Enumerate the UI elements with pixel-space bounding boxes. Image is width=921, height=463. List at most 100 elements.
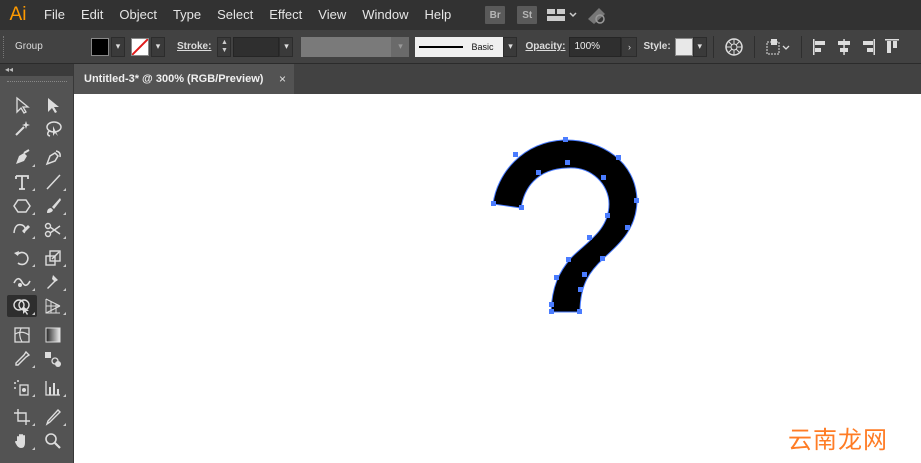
- variable-width-dropdown[interactable]: ▾: [391, 36, 410, 57]
- puppet-warp-tool-icon[interactable]: [38, 271, 68, 293]
- zoom-tool-icon[interactable]: [38, 430, 68, 452]
- magic-wand-tool-icon[interactable]: [7, 118, 37, 140]
- opacity-label[interactable]: Opacity:: [525, 41, 565, 52]
- column-graph-tool-icon[interactable]: [38, 377, 68, 399]
- control-bar-grip[interactable]: [3, 35, 7, 58]
- rotate-tool-icon[interactable]: [7, 247, 37, 269]
- stroke-weight-input[interactable]: [233, 36, 280, 57]
- anchor-point: [605, 213, 610, 218]
- anchor-point: [587, 235, 592, 240]
- menu-edit[interactable]: Edit: [73, 0, 111, 30]
- blend-tool-icon[interactable]: [38, 348, 68, 370]
- align-right-icon[interactable]: [860, 38, 876, 56]
- lasso-tool-icon[interactable]: [38, 118, 68, 140]
- anchor-point: [577, 309, 582, 314]
- menu-window[interactable]: Window: [354, 0, 416, 30]
- close-tab-icon[interactable]: ×: [279, 72, 294, 86]
- brush-definition-label: Basic: [471, 41, 494, 52]
- document-tab-title: Untitled-3* @ 300% (RGB/Preview): [84, 73, 264, 85]
- perspective-grid-tool-icon[interactable]: [38, 295, 68, 317]
- anchor-point: [600, 256, 605, 261]
- selection-type-label: Group: [15, 41, 43, 52]
- anchor-point: [634, 198, 639, 203]
- scissors-tool-icon[interactable]: [38, 219, 68, 241]
- align-to-icon[interactable]: [765, 38, 791, 56]
- illustrator-window: Ai File Edit Object Type Select Effect V…: [0, 0, 921, 463]
- tools-collapse-button[interactable]: ◂◂: [0, 64, 73, 76]
- stroke-dropdown[interactable]: ▾: [151, 36, 165, 57]
- align-horizontal-center-icon[interactable]: [836, 38, 852, 56]
- mesh-tool-icon[interactable]: [7, 324, 37, 346]
- menu-effect[interactable]: Effect: [261, 0, 310, 30]
- anchor-point: [519, 205, 524, 210]
- control-bar: Group ▾ ▾ Stroke: ▲ ▼ ▾ ▾ Basic ▾ Opacity…: [0, 30, 921, 64]
- selection-tool-icon[interactable]: [7, 94, 37, 116]
- shape-builder-tool-icon[interactable]: [7, 295, 37, 317]
- gradient-tool-icon[interactable]: [38, 324, 68, 346]
- anchor-point: [491, 201, 496, 206]
- hand-tool-icon[interactable]: [7, 430, 37, 452]
- stroke-label[interactable]: Stroke:: [177, 41, 211, 52]
- gpu-performance-icon[interactable]: [585, 5, 609, 25]
- watermark: 云南龙网: [788, 426, 888, 454]
- anchor-point: [616, 155, 621, 160]
- recolor-artwork-icon[interactable]: [724, 37, 744, 57]
- direct-selection-tool-icon[interactable]: [38, 94, 68, 116]
- type-tool-icon[interactable]: [7, 171, 37, 193]
- question-mark-path[interactable]: [492, 139, 638, 313]
- stock-button[interactable]: St: [517, 6, 538, 24]
- graphic-style-swatch[interactable]: [674, 37, 693, 56]
- anchor-point: [582, 272, 587, 277]
- opacity-input[interactable]: 100%: [569, 36, 622, 57]
- align-top-icon[interactable]: [884, 38, 900, 56]
- app-logo: Ai: [9, 4, 27, 25]
- anchor-point: [566, 257, 571, 262]
- paintbrush-tool-icon[interactable]: [38, 195, 68, 217]
- artboard-tool-icon[interactable]: [7, 406, 37, 428]
- anchor-point: [549, 302, 554, 307]
- menu-select[interactable]: Select: [209, 0, 261, 30]
- menu-object[interactable]: Object: [111, 0, 165, 30]
- menu-bar: Ai File Edit Object Type Select Effect V…: [0, 0, 921, 30]
- anchor-point: [601, 175, 606, 180]
- warp-tool-icon[interactable]: [7, 271, 37, 293]
- shaper-tool-icon[interactable]: [7, 219, 37, 241]
- graphic-style-dropdown[interactable]: ▾: [692, 36, 707, 57]
- anchor-point: [565, 160, 570, 165]
- anchor-point: [536, 170, 541, 175]
- anchor-point: [625, 225, 630, 230]
- pen-tool-icon[interactable]: [7, 147, 37, 169]
- tools-panel: ◂◂: [0, 64, 74, 463]
- stroke-weight-stepper[interactable]: ▲ ▼: [217, 36, 232, 57]
- menu-type[interactable]: Type: [165, 0, 209, 30]
- question-mark-artwork[interactable]: [74, 94, 921, 463]
- anchor-point: [578, 287, 583, 292]
- anchor-point: [549, 309, 554, 314]
- scale-tool-icon[interactable]: [38, 247, 68, 269]
- align-left-icon[interactable]: [812, 38, 828, 56]
- slice-tool-icon[interactable]: [38, 406, 68, 428]
- brush-dropdown[interactable]: ▾: [503, 36, 518, 57]
- brush-definition[interactable]: Basic: [415, 36, 504, 57]
- artboard-canvas[interactable]: 云南龙网: [74, 94, 921, 463]
- arrange-documents-icon[interactable]: [547, 8, 577, 22]
- style-label: Style:: [643, 41, 671, 52]
- opacity-arrow[interactable]: ›: [621, 36, 638, 57]
- menu-file[interactable]: File: [36, 0, 73, 30]
- stroke-swatch[interactable]: [131, 37, 149, 56]
- variable-width-profile[interactable]: [301, 36, 392, 57]
- polygon-tool-icon[interactable]: [7, 195, 37, 217]
- bridge-button[interactable]: Br: [485, 6, 506, 24]
- fill-dropdown[interactable]: ▾: [111, 36, 125, 57]
- anchor-point: [563, 137, 568, 142]
- stroke-weight-dropdown[interactable]: ▾: [279, 36, 294, 57]
- fill-swatch[interactable]: [91, 37, 109, 56]
- document-tab[interactable]: Untitled-3* @ 300% (RGB/Preview) ×: [74, 64, 294, 94]
- menu-help[interactable]: Help: [416, 0, 459, 30]
- menu-view[interactable]: View: [310, 0, 354, 30]
- line-segment-tool-icon[interactable]: [38, 171, 68, 193]
- document-tab-strip: Untitled-3* @ 300% (RGB/Preview) ×: [74, 64, 921, 94]
- curvature-tool-icon[interactable]: [38, 147, 68, 169]
- symbol-sprayer-tool-icon[interactable]: [7, 377, 37, 399]
- eyedropper-tool-icon[interactable]: [7, 348, 37, 370]
